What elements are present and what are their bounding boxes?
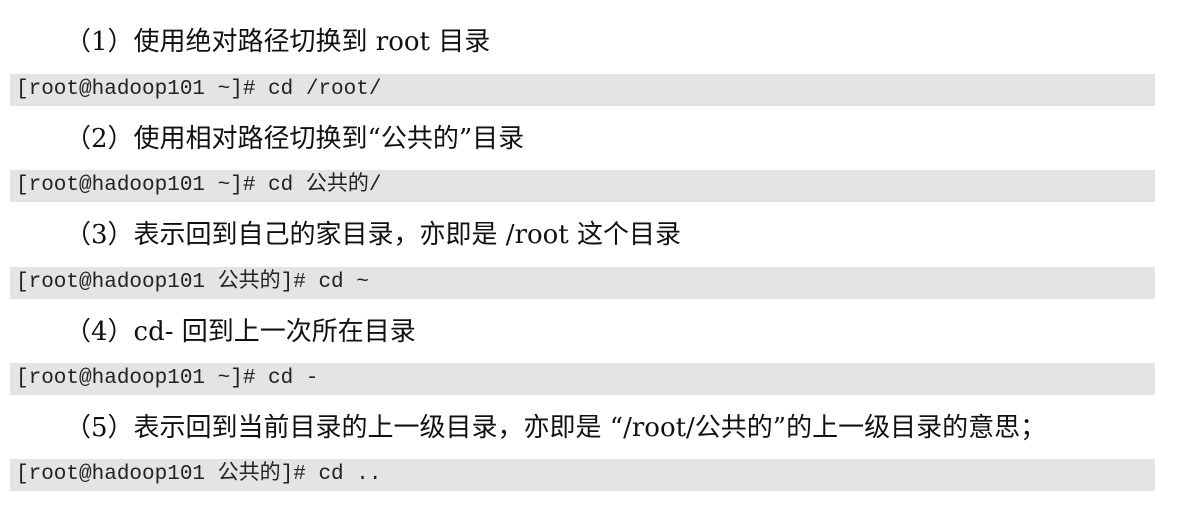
- step-1-command-block: [root@hadoop101 ~]# cd /root/: [10, 74, 1155, 106]
- step-1-description: （1）使用绝对路径切换到 root 目录: [65, 27, 491, 57]
- step-5-command-block: [root@hadoop101 公共的]# cd ..: [10, 459, 1155, 491]
- step-4-description: （4）cd- 回到上一次所在目录: [65, 317, 416, 347]
- step-3-description: （3）表示回到自己的家目录，亦即是 /root 这个目录: [65, 220, 682, 250]
- document-page: （1）使用绝对路径切换到 root 目录 [root@hadoop101 ~]#…: [0, 0, 1190, 523]
- step-2-command-block: [root@hadoop101 ~]# cd 公共的/: [10, 170, 1155, 202]
- step-3-command-block: [root@hadoop101 公共的]# cd ~: [10, 267, 1155, 299]
- step-4-command-block: [root@hadoop101 ~]# cd -: [10, 363, 1155, 395]
- step-2-description: （2）使用相对路径切换到“公共的”目录: [65, 124, 525, 154]
- step-5-description: （5）表示回到当前目录的上一级目录，亦即是 “/root/公共的”的上一级目录的…: [65, 413, 1047, 443]
